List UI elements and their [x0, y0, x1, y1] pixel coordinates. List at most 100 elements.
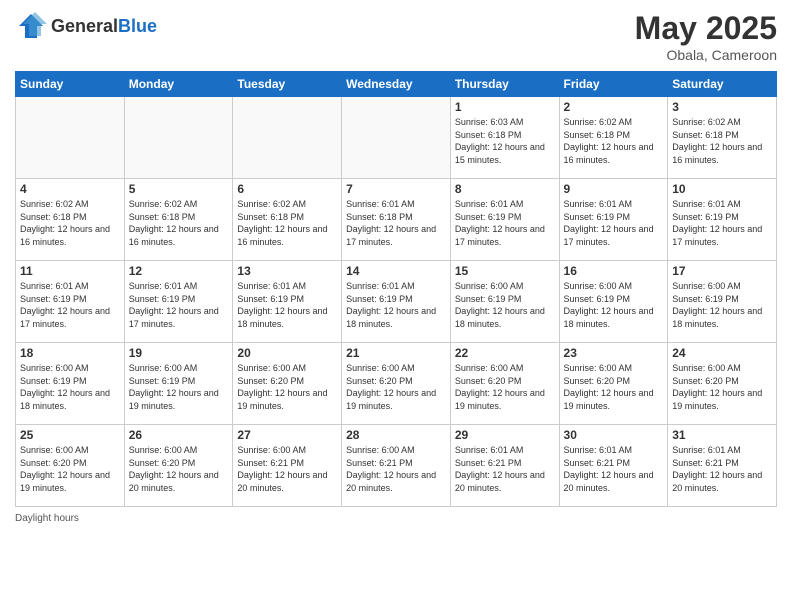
day-info: Sunrise: 6:02 AM Sunset: 6:18 PM Dayligh… — [564, 116, 664, 166]
day-number: 29 — [455, 428, 555, 442]
day-info: Sunrise: 6:00 AM Sunset: 6:20 PM Dayligh… — [129, 444, 229, 494]
title-block: May 2025 Obala, Cameroon — [635, 10, 777, 63]
day-number: 7 — [346, 182, 446, 196]
table-row: 14 Sunrise: 6:01 AM Sunset: 6:19 PM Dayli… — [342, 261, 451, 343]
table-row: 6 Sunrise: 6:02 AM Sunset: 6:18 PM Daylig… — [233, 179, 342, 261]
day-number: 21 — [346, 346, 446, 360]
col-wednesday: Wednesday — [342, 72, 451, 97]
table-row — [124, 97, 233, 179]
day-number: 22 — [455, 346, 555, 360]
day-info: Sunrise: 6:01 AM Sunset: 6:19 PM Dayligh… — [455, 198, 555, 248]
table-row: 9 Sunrise: 6:01 AM Sunset: 6:19 PM Daylig… — [559, 179, 668, 261]
day-info: Sunrise: 6:01 AM Sunset: 6:19 PM Dayligh… — [20, 280, 120, 330]
calendar-week-row: 4 Sunrise: 6:02 AM Sunset: 6:18 PM Daylig… — [16, 179, 777, 261]
day-info: Sunrise: 6:00 AM Sunset: 6:20 PM Dayligh… — [237, 362, 337, 412]
day-info: Sunrise: 6:00 AM Sunset: 6:19 PM Dayligh… — [564, 280, 664, 330]
header: GeneralBlue May 2025 Obala, Cameroon — [15, 10, 777, 63]
day-number: 5 — [129, 182, 229, 196]
daylight-hours-label: Daylight hours — [15, 513, 79, 524]
col-monday: Monday — [124, 72, 233, 97]
logo-general: General — [51, 16, 118, 36]
day-number: 23 — [564, 346, 664, 360]
col-tuesday: Tuesday — [233, 72, 342, 97]
day-info: Sunrise: 6:00 AM Sunset: 6:19 PM Dayligh… — [129, 362, 229, 412]
day-info: Sunrise: 6:00 AM Sunset: 6:19 PM Dayligh… — [455, 280, 555, 330]
table-row — [233, 97, 342, 179]
table-row: 1 Sunrise: 6:03 AM Sunset: 6:18 PM Daylig… — [450, 97, 559, 179]
table-row: 17Sunrise: 6:00 AM Sunset: 6:19 PM Dayli… — [668, 261, 777, 343]
day-info: Sunrise: 6:00 AM Sunset: 6:20 PM Dayligh… — [564, 362, 664, 412]
day-number: 12 — [129, 264, 229, 278]
day-info: Sunrise: 6:00 AM Sunset: 6:20 PM Dayligh… — [346, 362, 446, 412]
day-number: 3 — [672, 100, 772, 114]
day-info: Sunrise: 6:02 AM Sunset: 6:18 PM Dayligh… — [20, 198, 120, 248]
day-info: Sunrise: 6:01 AM Sunset: 6:19 PM Dayligh… — [346, 280, 446, 330]
col-friday: Friday — [559, 72, 668, 97]
day-number: 8 — [455, 182, 555, 196]
table-row: 25 Sunrise: 6:00 AM Sunset: 6:20 PM Dayli… — [16, 425, 125, 507]
day-info: Sunrise: 6:01 AM Sunset: 6:18 PM Dayligh… — [346, 198, 446, 248]
day-number: 16 — [564, 264, 664, 278]
day-number: 27 — [237, 428, 337, 442]
logo-icon — [15, 10, 47, 42]
day-number: 25 — [20, 428, 120, 442]
month-year: May 2025 — [635, 10, 777, 47]
day-info: Sunrise: 6:00 AM Sunset: 6:20 PM Dayligh… — [20, 444, 120, 494]
day-info: Sunrise: 6:02 AM Sunset: 6:18 PM Dayligh… — [129, 198, 229, 248]
table-row: 30Sunrise: 6:01 AM Sunset: 6:21 PM Dayli… — [559, 425, 668, 507]
table-row: 29 Sunrise: 6:01 AM Sunset: 6:21 PM Dayli… — [450, 425, 559, 507]
table-row: 23 Sunrise: 6:00 AM Sunset: 6:20 PM Dayli… — [559, 343, 668, 425]
calendar-week-row: 1 Sunrise: 6:03 AM Sunset: 6:18 PM Daylig… — [16, 97, 777, 179]
table-row: 13Sunrise: 6:01 AM Sunset: 6:19 PM Dayli… — [233, 261, 342, 343]
day-info: Sunrise: 6:00 AM Sunset: 6:21 PM Dayligh… — [346, 444, 446, 494]
table-row: 26 Sunrise: 6:00 AM Sunset: 6:20 PM Dayli… — [124, 425, 233, 507]
table-row: 28 Sunrise: 6:00 AM Sunset: 6:21 PM Dayli… — [342, 425, 451, 507]
logo-blue: Blue — [118, 16, 157, 36]
day-number: 19 — [129, 346, 229, 360]
calendar-week-row: 11 Sunrise: 6:01 AM Sunset: 6:19 PM Dayli… — [16, 261, 777, 343]
day-number: 31 — [672, 428, 772, 442]
day-number: 14 — [346, 264, 446, 278]
day-number: 24 — [672, 346, 772, 360]
day-info: Sunrise: 6:03 AM Sunset: 6:18 PM Dayligh… — [455, 116, 555, 166]
day-info: Sunrise: 6:01 AM Sunset: 6:21 PM Dayligh… — [672, 444, 772, 494]
day-number: 15 — [455, 264, 555, 278]
table-row: 21 Sunrise: 6:00 AM Sunset: 6:20 PM Dayli… — [342, 343, 451, 425]
day-number: 26 — [129, 428, 229, 442]
table-row: 3 Sunrise: 6:02 AM Sunset: 6:18 PM Daylig… — [668, 97, 777, 179]
table-row: 19 Sunrise: 6:00 AM Sunset: 6:19 PM Dayli… — [124, 343, 233, 425]
day-number: 4 — [20, 182, 120, 196]
day-info: Sunrise: 6:01 AM Sunset: 6:21 PM Dayligh… — [455, 444, 555, 494]
table-row: 11 Sunrise: 6:01 AM Sunset: 6:19 PM Dayli… — [16, 261, 125, 343]
day-number: 10 — [672, 182, 772, 196]
table-row: 10 Sunrise: 6:01 AM Sunset: 6:19 PM Dayli… — [668, 179, 777, 261]
table-row: 16 Sunrise: 6:00 AM Sunset: 6:19 PM Dayli… — [559, 261, 668, 343]
col-thursday: Thursday — [450, 72, 559, 97]
day-info: Sunrise: 6:00 AM Sunset: 6:20 PM Dayligh… — [672, 362, 772, 412]
table-row: 24 Sunrise: 6:00 AM Sunset: 6:20 PM Dayli… — [668, 343, 777, 425]
day-number: 28 — [346, 428, 446, 442]
table-row: 31 Sunrise: 6:01 AM Sunset: 6:21 PM Dayli… — [668, 425, 777, 507]
logo: GeneralBlue — [15, 10, 157, 42]
day-info: Sunrise: 6:01 AM Sunset: 6:19 PM Dayligh… — [564, 198, 664, 248]
day-number: 9 — [564, 182, 664, 196]
day-number: 1 — [455, 100, 555, 114]
day-info: Sunrise: 6:01 AM Sunset: 6:19 PM Dayligh… — [672, 198, 772, 248]
day-number: 13 — [237, 264, 337, 278]
day-number: 11 — [20, 264, 120, 278]
table-row: 20Sunrise: 6:00 AM Sunset: 6:20 PM Dayli… — [233, 343, 342, 425]
day-number: 6 — [237, 182, 337, 196]
calendar-week-row: 18 Sunrise: 6:00 AM Sunset: 6:19 PM Dayli… — [16, 343, 777, 425]
day-info: Sunrise: 6:02 AM Sunset: 6:18 PM Dayligh… — [237, 198, 337, 248]
day-info: Sunrise: 6:02 AM Sunset: 6:18 PM Dayligh… — [672, 116, 772, 166]
table-row — [16, 97, 125, 179]
day-number: 17 — [672, 264, 772, 278]
day-number: 18 — [20, 346, 120, 360]
table-row: 2Sunrise: 6:02 AM Sunset: 6:18 PM Daylig… — [559, 97, 668, 179]
day-info: Sunrise: 6:00 AM Sunset: 6:19 PM Dayligh… — [20, 362, 120, 412]
table-row: 4 Sunrise: 6:02 AM Sunset: 6:18 PM Daylig… — [16, 179, 125, 261]
calendar: Sunday Monday Tuesday Wednesday Thursday… — [15, 71, 777, 507]
table-row — [342, 97, 451, 179]
table-row: 15 Sunrise: 6:00 AM Sunset: 6:19 PM Dayli… — [450, 261, 559, 343]
table-row: 22Sunrise: 6:00 AM Sunset: 6:20 PM Dayli… — [450, 343, 559, 425]
